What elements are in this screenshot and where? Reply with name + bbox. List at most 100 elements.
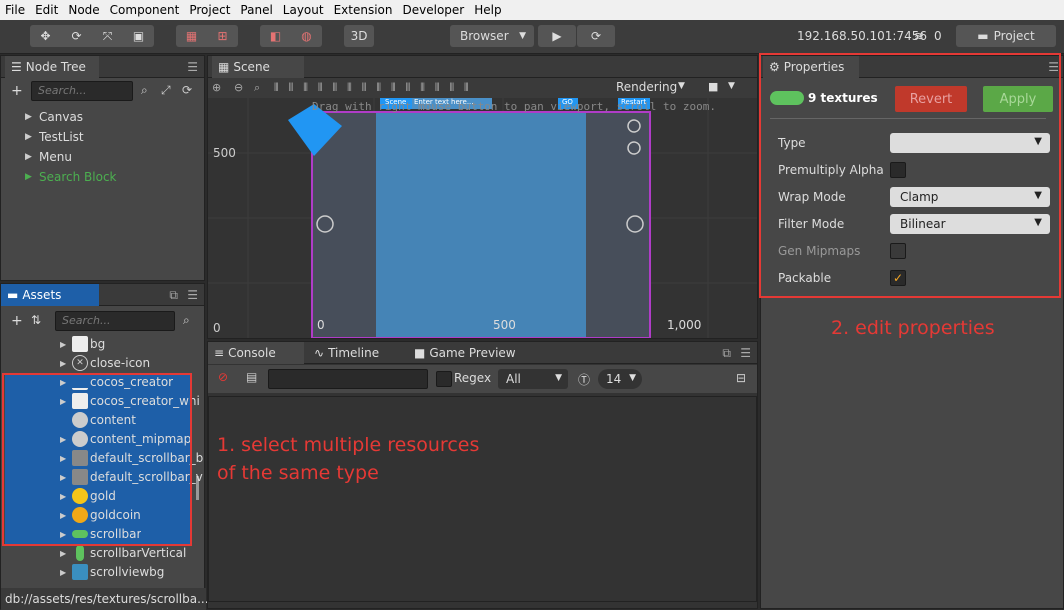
tab-timeline[interactable]: ∿ Timeline xyxy=(308,342,385,364)
texture-icon xyxy=(72,336,88,352)
search-icon: ⌕ xyxy=(141,83,148,97)
asset-item-close-icon[interactable]: ▶ ✕ close-icon xyxy=(60,354,150,372)
game-preview-icon: ■ xyxy=(414,346,426,360)
menu-file[interactable]: File xyxy=(0,3,30,17)
add-asset-icon[interactable]: + xyxy=(11,313,23,329)
asset-item-bg[interactable]: ▶ bg xyxy=(60,335,105,353)
node-tree-panel: ☰ Node Tree ☰ + Search... ⌕ ⤢ ⟳ ▶ Canvas ▶… xyxy=(0,55,205,281)
play-button[interactable]: ▶ xyxy=(538,25,576,47)
tree-item-label: Canvas xyxy=(39,110,84,124)
browser-select[interactable]: Browser ▼ xyxy=(450,25,534,47)
collapse-log-icon[interactable]: ⊟ xyxy=(736,371,746,385)
menu-node[interactable]: Node xyxy=(63,3,104,17)
menu-help[interactable]: Help xyxy=(469,3,506,17)
x-ruler-500: 500 xyxy=(493,318,516,332)
caret-right-icon: ▶ xyxy=(60,339,67,349)
log-level-select[interactable]: All ▼ xyxy=(498,369,568,389)
folder-icon: ▬ xyxy=(7,288,19,302)
zoom-in-icon[interactable]: ⊕ xyxy=(212,81,221,94)
align-tools-icon[interactable]: ⫴⫴⫴⫴⫴⫴⫴⫴⫴⫴⫴⫴⫴⫴ xyxy=(274,81,479,95)
clear-icon[interactable]: ⊘ xyxy=(218,370,228,384)
font-size-select[interactable]: 14 ▼ xyxy=(598,369,642,389)
zoom-out-icon[interactable]: ⊖ xyxy=(234,81,243,94)
collapse-icon[interactable]: ⤢ xyxy=(161,83,171,98)
menu-developer[interactable]: Developer xyxy=(398,3,470,17)
y-ruler-500: 500 xyxy=(213,146,236,160)
panel-menu-icon[interactable]: ☰ xyxy=(187,60,198,74)
global-icon[interactable]: ◍ xyxy=(291,29,322,43)
camera-icon[interactable]: ■ xyxy=(708,80,718,93)
menu-component[interactable]: Component xyxy=(105,3,185,17)
device-count: 0 xyxy=(934,29,942,43)
chevron-down-icon: ▼ xyxy=(629,373,636,383)
scene-title: Scene xyxy=(233,60,270,74)
regex-checkbox[interactable] xyxy=(436,371,452,387)
go-label: GO xyxy=(562,98,573,106)
tab-node-tree[interactable]: ☰ Node Tree xyxy=(5,56,99,78)
maximize-icon[interactable]: ⧉ xyxy=(169,288,178,303)
3d-toggle-button[interactable]: 3D xyxy=(344,25,374,47)
x-ruler-0: 0 xyxy=(317,318,325,332)
refresh-icon: ⟳ xyxy=(590,29,602,43)
menu-project[interactable]: Project xyxy=(184,3,235,17)
scene-toolbar: ⊕ ⊖ ⌕ ⫴⫴⫴⫴⫴⫴⫴⫴⫴⫴⫴⫴⫴⫴ Rendering ▼ ■ ▼ xyxy=(208,78,757,98)
tab-assets[interactable]: ▬ Assets xyxy=(1,284,99,306)
tree-item-testlist[interactable]: ▶ TestList xyxy=(25,128,84,146)
tree-item-search-block[interactable]: ▶ Search Block xyxy=(25,168,117,186)
tree-item-menu[interactable]: ▶ Menu xyxy=(25,148,72,166)
asset-label: close-icon xyxy=(90,356,151,370)
scene-viewport[interactable] xyxy=(208,98,757,338)
scene-button-label: Scene xyxy=(385,98,407,106)
folder-icon: ▬ xyxy=(977,29,989,43)
rotate-tool-icon[interactable]: ⟳ xyxy=(61,29,92,43)
rect-tool-icon[interactable]: ▣ xyxy=(123,29,154,43)
viewport-hint: Drag with right mouse button to pan view… xyxy=(312,100,716,113)
menu-extension[interactable]: Extension xyxy=(329,3,398,17)
open-log-icon[interactable]: ▤ xyxy=(246,370,257,384)
tab-console[interactable]: ≡ Console xyxy=(208,342,304,364)
sort-icon[interactable]: ⇅ xyxy=(31,313,41,327)
asset-item-scrollviewbg[interactable]: ▶ scrollviewbg xyxy=(60,563,164,581)
refresh-icon[interactable]: ⟳ xyxy=(182,83,192,97)
chevron-down-icon: ▼ xyxy=(678,81,685,91)
x-ruler-1000: 1,000 xyxy=(667,318,702,332)
node-search-input[interactable]: Search... xyxy=(31,81,133,101)
asset-search-input[interactable]: Search... xyxy=(55,311,175,331)
refresh-button[interactable]: ⟳ xyxy=(577,25,615,47)
menu-panel[interactable]: Panel xyxy=(235,3,277,17)
chevron-down-icon: ▼ xyxy=(728,81,735,91)
coord-tools: ◧ ◍ xyxy=(260,25,322,47)
panel-menu-icon[interactable]: ☰ xyxy=(187,288,198,302)
pivot-icon[interactable]: ▦ xyxy=(176,29,207,43)
add-node-icon[interactable]: + xyxy=(11,83,23,99)
annotation-box-properties xyxy=(759,53,1061,298)
local-icon[interactable]: ◧ xyxy=(260,29,291,43)
annotation-step-1: 1. select multiple resources of the same … xyxy=(217,431,479,487)
caret-right-icon: ▶ xyxy=(25,112,32,122)
caret-right-icon: ▶ xyxy=(25,172,32,182)
console-filter-input[interactable] xyxy=(268,369,428,389)
move-tool-icon[interactable]: ✥ xyxy=(30,29,61,43)
menu-edit[interactable]: Edit xyxy=(30,3,63,17)
tree-icon: ☰ xyxy=(11,60,22,74)
maximize-icon[interactable]: ⧉ xyxy=(722,346,731,361)
timeline-title: Timeline xyxy=(328,346,380,360)
menu-layout[interactable]: Layout xyxy=(278,3,329,17)
open-project-button[interactable]: ▬ Project xyxy=(956,25,1056,47)
zoom-reset-icon[interactable]: ⌕ xyxy=(254,81,260,95)
asset-path: db://assets/res/textures/scrollba... xyxy=(1,588,209,610)
console-title: Console xyxy=(228,346,276,360)
asset-item-scrollbar-vertical[interactable]: ▶ scrollbarVertical xyxy=(60,544,186,562)
search-icon: ⌕ xyxy=(183,313,190,327)
panel-menu-icon[interactable]: ☰ xyxy=(740,346,751,360)
project-label: Project xyxy=(993,29,1035,43)
wifi-icon: ≋ xyxy=(914,29,925,43)
scale-tool-icon[interactable]: ⤧ xyxy=(92,29,123,44)
center-icon[interactable]: ⊞ xyxy=(207,29,238,43)
rendering-select[interactable]: Rendering xyxy=(616,80,677,94)
tab-game-preview[interactable]: ■ Game Preview xyxy=(408,342,522,364)
tree-item-canvas[interactable]: ▶ Canvas xyxy=(25,108,83,126)
restart-label: Restart xyxy=(621,98,647,106)
ip-address: 192.168.50.101:7456 xyxy=(797,29,928,43)
tab-scene[interactable]: ▦ Scene xyxy=(212,56,304,78)
